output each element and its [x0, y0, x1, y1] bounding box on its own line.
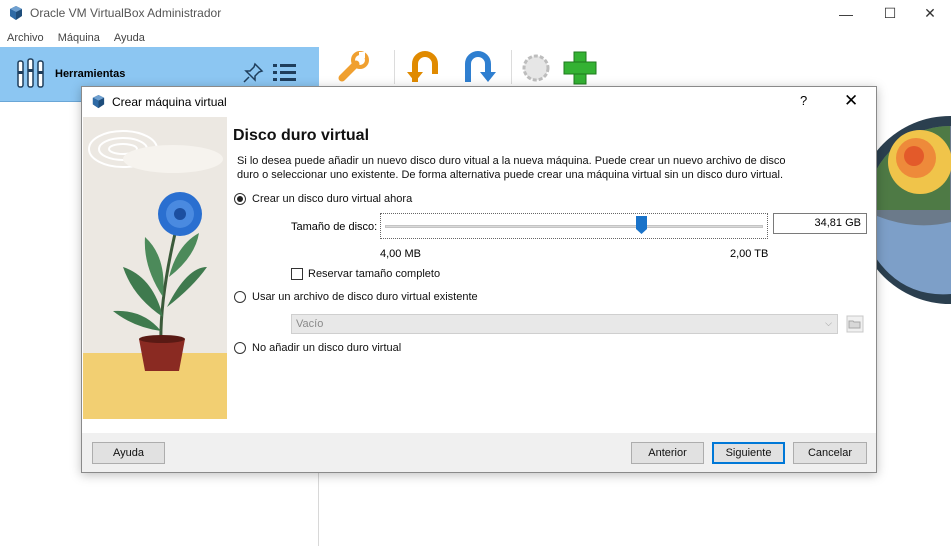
- settings-icon[interactable]: [334, 48, 374, 88]
- folder-open-icon[interactable]: [846, 315, 864, 333]
- virtualbox-logo-icon: [10, 6, 22, 20]
- page-heading: Disco duro virtual: [233, 127, 370, 144]
- dialog-title-bar: Crear máquina virtual ? ✕: [82, 87, 876, 116]
- dialog-close-button[interactable]: ✕: [844, 91, 858, 111]
- tools-label: Herramientas: [55, 68, 126, 80]
- help-question-button[interactable]: ?: [800, 93, 807, 108]
- slider-max-label: 2,00 TB: [730, 248, 769, 260]
- toolbar-separator: [511, 50, 512, 84]
- dialog-title: Crear máquina virtual: [112, 95, 227, 109]
- minimize-button[interactable]: —: [823, 0, 869, 27]
- virtualbox-logo-icon: [92, 94, 105, 109]
- gear-disabled-icon[interactable]: [516, 48, 556, 88]
- slider-groove: [385, 225, 763, 228]
- plant-illustration: [83, 117, 227, 419]
- radio-no-disk[interactable]: [234, 342, 246, 354]
- existing-file-value: Vacío: [296, 318, 324, 330]
- add-icon[interactable]: [560, 48, 600, 88]
- window-title: Oracle VM VirtualBox Administrador: [30, 6, 222, 20]
- page-description: Si lo desea puede añadir un nuevo disco …: [237, 155, 786, 181]
- disk-size-label: Tamaño de disco:: [291, 221, 378, 233]
- start-icon[interactable]: [458, 48, 498, 88]
- radio-use-existing[interactable]: [234, 291, 246, 303]
- back-button[interactable]: Anterior: [631, 442, 704, 464]
- slider-thumb[interactable]: [636, 216, 647, 234]
- close-window-button[interactable]: ✕: [907, 0, 951, 27]
- radio-use-existing-label[interactable]: Usar un archivo de disco duro virtual ex…: [252, 291, 478, 303]
- radio-create-new-label[interactable]: Crear un disco duro virtual ahora: [252, 193, 412, 205]
- preallocate-label[interactable]: Reservar tamaño completo: [308, 268, 440, 280]
- toolbar-separator: [394, 50, 395, 84]
- pin-icon[interactable]: [241, 61, 265, 85]
- disk-size-slider[interactable]: [380, 213, 768, 239]
- create-vm-dialog: Crear máquina virtual ? ✕ Disco duro vir…: [81, 86, 877, 473]
- tools-icon: [17, 58, 44, 88]
- preallocate-checkbox[interactable]: [291, 268, 303, 280]
- cancel-button[interactable]: Cancelar: [793, 442, 867, 464]
- menu-maquina[interactable]: Máquina: [51, 30, 107, 46]
- slider-min-label: 4,00 MB: [380, 248, 421, 260]
- existing-file-combo[interactable]: Vacío ⌵: [291, 314, 838, 334]
- menu-archivo[interactable]: Archivo: [0, 30, 51, 46]
- disk-size-input[interactable]: 34,81 GB: [773, 213, 867, 234]
- next-button[interactable]: Siguiente: [712, 442, 785, 464]
- radio-create-new[interactable]: [234, 193, 246, 205]
- radio-no-disk-label[interactable]: No añadir un disco duro virtual: [252, 342, 401, 354]
- help-button[interactable]: Ayuda: [92, 442, 165, 464]
- dialog-content: Disco duro virtual Si lo desea puede aña…: [82, 116, 876, 433]
- menu-ayuda[interactable]: Ayuda: [107, 30, 152, 46]
- menu-bar: Archivo Máquina Ayuda: [0, 30, 152, 46]
- list-menu-icon[interactable]: [272, 61, 298, 85]
- title-bar: Oracle VM VirtualBox Administrador — ☐ ✕: [0, 0, 951, 27]
- chevron-down-icon: ⌵: [825, 318, 832, 328]
- discard-icon[interactable]: [405, 48, 445, 88]
